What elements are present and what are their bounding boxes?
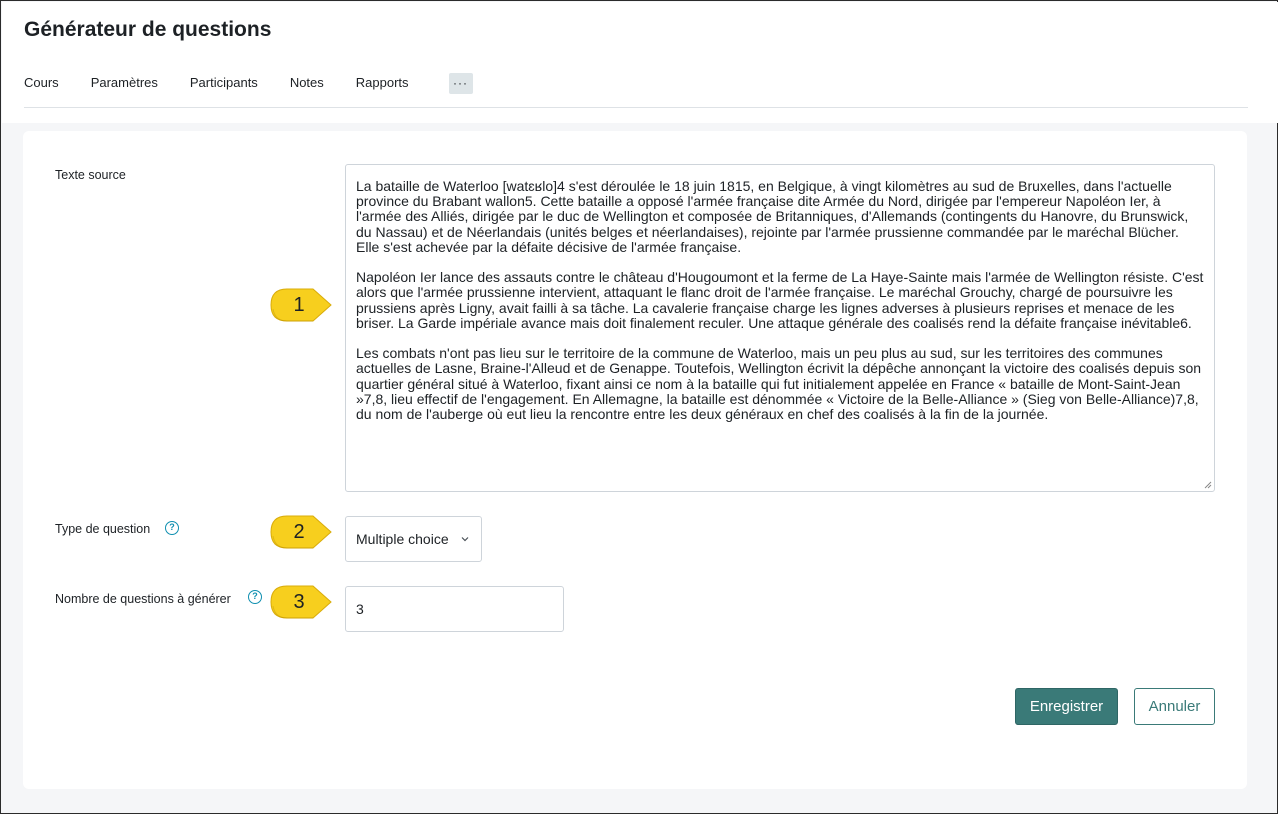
tabs-divider (24, 107, 1248, 108)
callout-3-number: 3 (293, 591, 305, 613)
question-type-selected-value: Multiple choice (356, 531, 449, 547)
tab-rapports[interactable]: Rapports (356, 72, 409, 94)
resize-grip-icon[interactable] (1204, 481, 1212, 489)
more-tabs-button[interactable]: ··· (448, 72, 473, 94)
app-frame: Générateur de questions Cours Paramètres… (0, 0, 1278, 814)
tab-participants[interactable]: Participants (190, 72, 258, 94)
question-count-help-icon[interactable]: ? (248, 590, 262, 604)
question-count-input[interactable]: 3 (345, 586, 564, 632)
question-type-label: Type de question (55, 522, 151, 536)
form-card: Texte source La bataille de Waterloo [wa… (23, 131, 1247, 789)
tab-parametres[interactable]: Paramètres (91, 72, 158, 94)
callout-1: 1 (265, 285, 335, 325)
question-type-select[interactable]: Multiple choice (345, 516, 482, 562)
callout-2: 2 (265, 512, 335, 552)
page-header: Générateur de questions Cours Paramètres… (2, 2, 1278, 123)
callout-3: 3 (265, 582, 335, 622)
tab-notes[interactable]: Notes (290, 72, 324, 94)
save-button[interactable]: Enregistrer (1015, 688, 1118, 725)
question-count-label: Nombre de questions à générer (55, 592, 231, 606)
ellipsis-icon: ··· (453, 75, 469, 90)
tab-cours[interactable]: Cours (24, 72, 59, 94)
secondary-navigation: Cours Paramètres Participants Notes Rapp… (24, 70, 473, 96)
page-title: Générateur de questions (24, 18, 272, 41)
callout-1-number: 1 (293, 294, 305, 316)
callout-2-number: 2 (293, 521, 305, 543)
chevron-down-icon (461, 537, 469, 542)
source-text-textarea[interactable]: La bataille de Waterloo [watɛʁlo]4 s'est… (345, 164, 1215, 492)
cancel-button[interactable]: Annuler (1134, 688, 1215, 725)
source-text-label: Texte source (55, 168, 126, 182)
question-type-help-icon[interactable]: ? (165, 521, 179, 535)
